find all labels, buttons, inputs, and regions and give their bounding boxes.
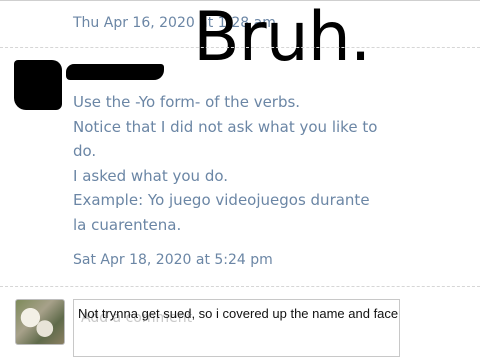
meme-caption-text: Not trynna get sued, so i covered up the… (78, 306, 399, 321)
reply-line: do. (73, 142, 97, 160)
redacted-avatar (14, 60, 62, 110)
reply-line: Example: Yo juego videojuegos durante (73, 191, 370, 209)
comment-input[interactable]: Add a comment Not trynna get sued, so i … (73, 299, 400, 357)
reply-line: I asked what you do. (73, 166, 229, 185)
reply-line: Notice that I did not ask what you like … (73, 117, 378, 136)
meme-overlay-text: Bruh. (193, 0, 371, 77)
post-divider (0, 47, 480, 49)
reply-message: Use the -Yo form- of the verbs. Notice t… (73, 90, 413, 237)
reply-line: la cuarentena. (73, 215, 182, 234)
redacted-author-name (66, 64, 164, 80)
reply-divider (0, 286, 480, 288)
reply-timestamp: Sat Apr 18, 2020 at 5:24 pm (73, 252, 273, 268)
current-user-avatar (15, 299, 65, 345)
reply-line: Use the -Yo form- of the verbs. (73, 93, 301, 111)
